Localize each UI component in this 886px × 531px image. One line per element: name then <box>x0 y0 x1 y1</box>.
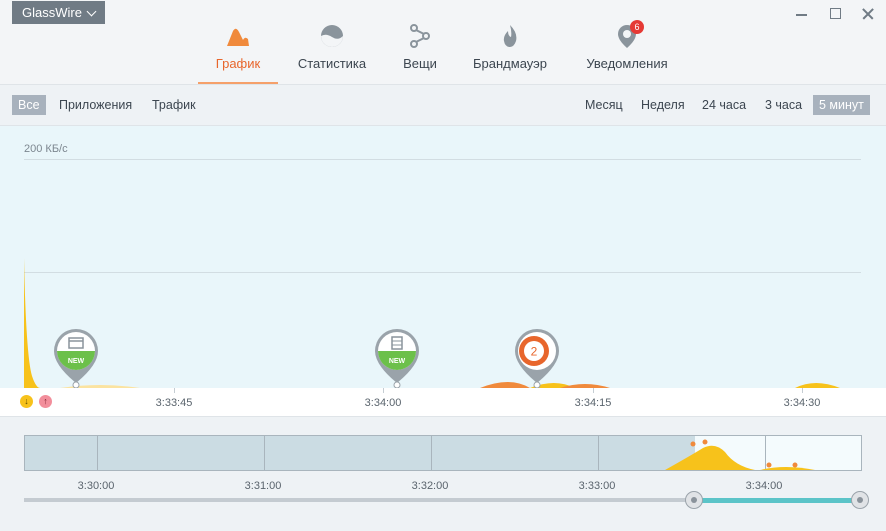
pin-count: 2 <box>531 345 538 359</box>
title-bar: GlassWire График Статистика Вещи Брандма… <box>0 0 886 85</box>
chevron-down-icon <box>86 6 97 16</box>
overview-time-label: 3:34:00 <box>745 480 783 492</box>
minimize-button[interactable] <box>794 6 810 22</box>
overview-curve <box>665 439 815 470</box>
overview-timeline[interactable] <box>24 435 862 471</box>
tab-label: Брандмауэр <box>473 56 547 71</box>
axis-tick <box>593 388 594 393</box>
pin-label: NEW <box>389 358 406 365</box>
tab-label: График <box>215 56 261 71</box>
upload-icon: ↑ <box>39 395 52 408</box>
app-menu-button[interactable]: GlassWire <box>12 1 105 24</box>
range-month-button[interactable]: Месяц <box>579 95 629 115</box>
traffic-curves <box>24 258 840 388</box>
maximize-button[interactable] <box>828 6 844 22</box>
things-icon <box>410 24 430 48</box>
range-start-handle[interactable] <box>685 491 703 509</box>
filter-traffic-button[interactable]: Трафик <box>146 95 202 115</box>
tab-label: Статистика <box>297 56 367 71</box>
download-spike <box>24 258 40 388</box>
app-menu-label: GlassWire <box>22 5 82 20</box>
range-slider-selection[interactable] <box>694 498 860 503</box>
new-app-pin[interactable]: NEW <box>52 327 100 389</box>
new-app-pin[interactable]: NEW <box>373 327 421 389</box>
axis-tick <box>802 388 803 393</box>
filter-bar: Все Приложения Трафик Месяц Неделя 24 ча… <box>0 85 886 126</box>
firewall-icon <box>503 25 517 47</box>
axis-tick <box>174 388 175 393</box>
alert-group-pin[interactable]: 2 <box>513 327 561 389</box>
tab-label: Вещи <box>403 56 437 71</box>
active-tab-indicator <box>198 82 278 84</box>
overview-time-label: 3:31:00 <box>244 480 282 492</box>
filter-all-button[interactable]: Все <box>12 95 46 115</box>
close-button[interactable] <box>860 6 876 22</box>
overview-time-label: 3:30:00 <box>77 480 115 492</box>
overview-time-label: 3:33:00 <box>578 480 616 492</box>
axis-tick <box>383 388 384 393</box>
time-label: 3:34:30 <box>783 397 821 409</box>
tab-things[interactable]: Вещи <box>395 22 445 84</box>
tab-statistics[interactable]: Статистика <box>292 22 372 84</box>
alerts-badge: 6 <box>630 20 644 34</box>
tab-graph[interactable]: График <box>198 22 278 84</box>
time-axis: ↓ ↑ 3:33:45 3:34:00 3:34:15 3:34:30 <box>0 388 886 417</box>
time-label: 3:34:00 <box>364 397 402 409</box>
stats-icon <box>321 25 343 47</box>
time-label: 3:34:15 <box>574 397 612 409</box>
filter-apps-button[interactable]: Приложения <box>53 95 138 115</box>
range-5min-button[interactable]: 5 минут <box>813 95 870 115</box>
traffic-graph: 200 КБ/с NEW NEW 2 <box>0 126 886 389</box>
range-end-handle[interactable] <box>851 491 869 509</box>
pin-label: NEW <box>68 358 85 365</box>
graph-icon <box>227 28 249 46</box>
range-week-button[interactable]: Неделя <box>635 95 691 115</box>
tab-label: Уведомления <box>586 56 668 71</box>
tab-firewall[interactable]: Брандмауэр <box>470 22 550 84</box>
range-3h-button[interactable]: 3 часа <box>759 95 808 115</box>
time-label: 3:33:45 <box>155 397 193 409</box>
tab-alerts[interactable]: 6 Уведомления <box>582 20 672 84</box>
overview-time-label: 3:32:00 <box>411 480 449 492</box>
download-icon: ↓ <box>20 395 33 408</box>
range-24h-button[interactable]: 24 часа <box>696 95 752 115</box>
